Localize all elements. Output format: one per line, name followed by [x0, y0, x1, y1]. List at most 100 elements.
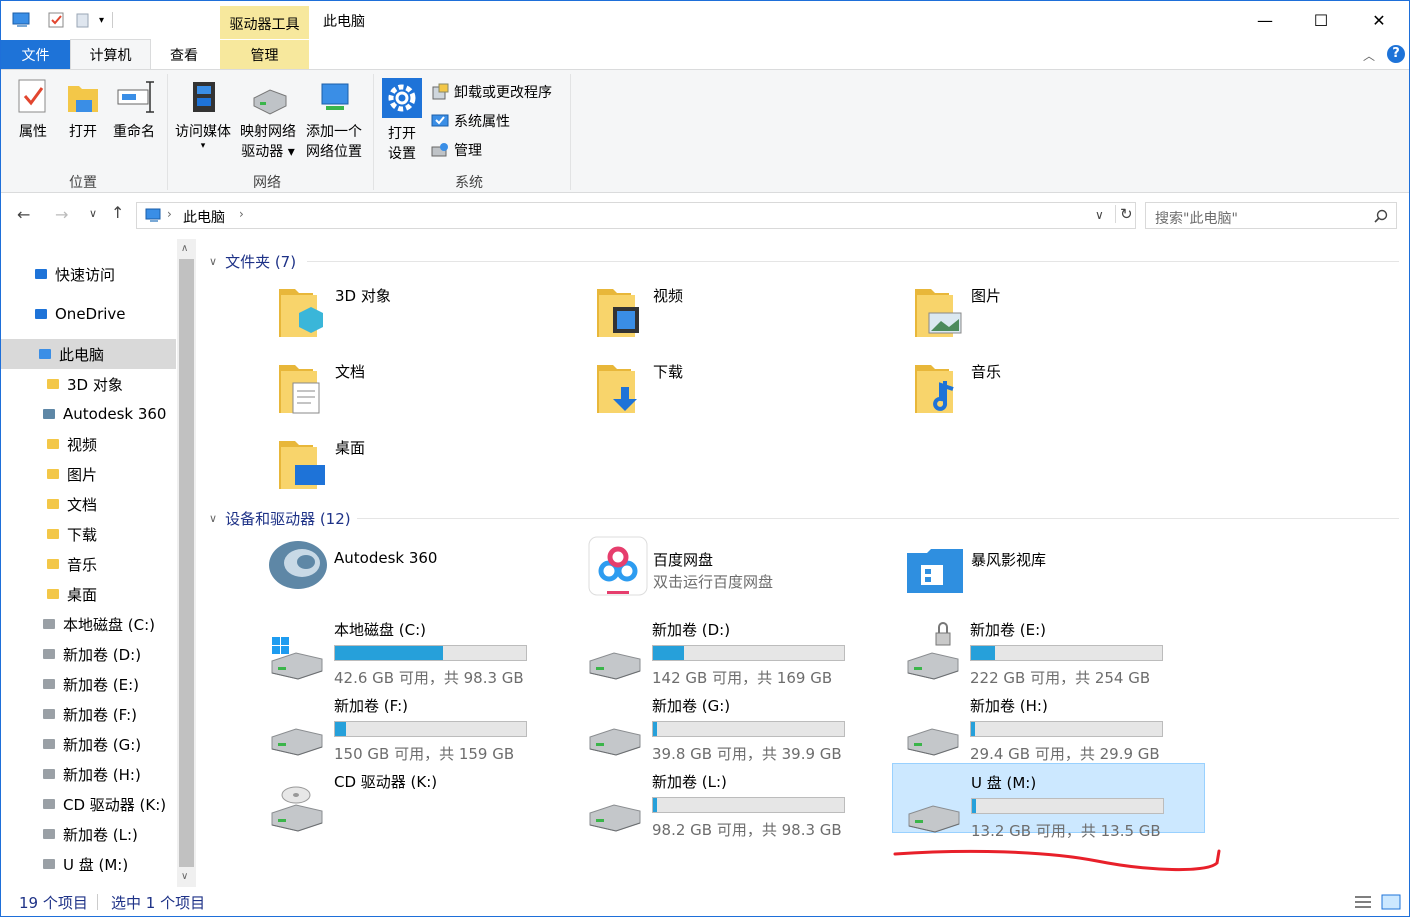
- sidebar-item[interactable]: OneDrive: [1, 299, 176, 329]
- sidebar-item[interactable]: 快速访问: [1, 259, 176, 289]
- sidebar-scroll-thumb[interactable]: [179, 259, 194, 867]
- breadcrumb-chevron-icon[interactable]: ›: [239, 207, 244, 221]
- drive-size: 39.8 GB 可用，共 39.9 GB: [652, 745, 842, 763]
- devices-section-header[interactable]: ∨ 设备和驱动器 (12): [209, 508, 351, 529]
- refresh-icon[interactable]: ↻: [1115, 205, 1133, 223]
- drive-item[interactable]: CD 驱动器 (K:): [256, 763, 569, 833]
- properties-qa-icon[interactable]: [47, 11, 65, 29]
- sidebar-item[interactable]: 新加卷 (D:): [1, 639, 176, 669]
- tab-file[interactable]: 文件: [1, 40, 70, 69]
- sidebar-item[interactable]: Autodesk 360: [1, 399, 176, 429]
- app-item[interactable]: 百度网盘 双击运行百度网盘: [581, 535, 894, 605]
- tab-manage[interactable]: 管理: [220, 40, 309, 69]
- sidebar-item[interactable]: 新加卷 (E:): [1, 669, 176, 699]
- map-network-drive-button[interactable]: 映射网络 驱动器 ▾: [237, 78, 299, 162]
- folder-item[interactable]: 视频: [595, 283, 895, 353]
- sidebar-item[interactable]: 新加卷 (L:): [1, 819, 176, 849]
- cloud-icon: [33, 306, 49, 322]
- folder-name: 下载: [653, 363, 684, 381]
- sidebar-item[interactable]: 视频: [1, 429, 176, 459]
- sidebar-item-label: 3D 对象: [67, 375, 123, 394]
- hard-drive-icon: [588, 801, 641, 832]
- drive-name: 新加卷 (F:): [334, 697, 408, 715]
- close-button[interactable]: ✕: [1351, 1, 1407, 39]
- add-network-location-button[interactable]: 添加一个 网络位置: [301, 78, 367, 162]
- sidebar-item[interactable]: 新加卷 (H:): [1, 759, 176, 789]
- tab-computer[interactable]: 计算机: [70, 39, 151, 70]
- large-icons-view-icon[interactable]: [1381, 893, 1401, 911]
- 3d-icon: [45, 376, 61, 392]
- maximize-button[interactable]: ☐: [1293, 1, 1349, 39]
- drive-item[interactable]: 新加卷 (H:) 29.4 GB 可用，共 29.9 GB: [892, 687, 1205, 763]
- properties-button[interactable]: 属性: [11, 78, 55, 142]
- collapse-chevron-icon[interactable]: ∨: [209, 255, 217, 268]
- address-bar[interactable]: › 此电脑 › ∨ ↻: [136, 202, 1136, 229]
- open-button[interactable]: 打开: [61, 78, 105, 142]
- sidebar-item[interactable]: 此电脑: [1, 339, 176, 369]
- scroll-down-icon[interactable]: ∨: [181, 871, 188, 882]
- location-group-label: 位置: [69, 175, 97, 191]
- new-folder-qa-icon[interactable]: [75, 11, 91, 29]
- forward-arrow-icon[interactable]: →: [55, 205, 68, 224]
- folder-item[interactable]: 桌面: [277, 435, 577, 505]
- sidebar-item[interactable]: 图片: [1, 459, 176, 489]
- app-item[interactable]: Autodesk 360: [262, 535, 575, 605]
- app-item[interactable]: 暴风影视库: [899, 535, 1212, 605]
- rename-button[interactable]: 重命名: [109, 78, 159, 142]
- search-icon: [1374, 209, 1388, 223]
- system-properties-label: 系统属性: [454, 114, 510, 130]
- folder-document-icon: [277, 359, 329, 415]
- drive-item[interactable]: 新加卷 (G:) 39.8 GB 可用，共 39.9 GB: [574, 687, 887, 763]
- system-properties-button[interactable]: 系统属性: [431, 111, 510, 131]
- sidebar-item-label: 下载: [67, 525, 98, 544]
- open-settings-button[interactable]: 打开 设置: [379, 78, 425, 164]
- qa-dropdown-icon[interactable]: ▾: [99, 15, 104, 26]
- system-group-label: 系统: [455, 175, 483, 191]
- devices-header-label: 设备和驱动器 (12): [225, 510, 351, 528]
- recent-dropdown-icon[interactable]: ∨: [89, 207, 97, 220]
- sidebar-scrollbar[interactable]: ∧ ∨: [177, 239, 196, 887]
- sidebar-item[interactable]: 文档: [1, 489, 176, 519]
- scroll-up-icon[interactable]: ∧: [181, 243, 188, 254]
- up-arrow-icon[interactable]: ↑: [111, 203, 124, 222]
- folder-item[interactable]: 文档: [277, 359, 577, 429]
- address-dropdown-icon[interactable]: ∨: [1095, 208, 1104, 222]
- folder-item[interactable]: 音乐: [913, 359, 1213, 429]
- drive-item[interactable]: 新加卷 (D:) 142 GB 可用，共 169 GB: [574, 611, 887, 687]
- folder-name: 桌面: [335, 439, 366, 457]
- folder-item[interactable]: 下载: [595, 359, 895, 429]
- help-icon[interactable]: ?: [1387, 45, 1405, 63]
- collapse-chevron-icon[interactable]: ∨: [209, 512, 217, 525]
- folders-section-header[interactable]: ∨ 文件夹 (7): [209, 251, 296, 272]
- sidebar-item[interactable]: U 盘 (M:): [1, 849, 176, 879]
- search-input[interactable]: 搜索"此电脑": [1145, 202, 1397, 229]
- app-name: Autodesk 360: [334, 549, 438, 567]
- back-arrow-icon[interactable]: ←: [17, 205, 30, 224]
- drive-item[interactable]: 本地磁盘 (C:) 42.6 GB 可用，共 98.3 GB: [256, 611, 569, 687]
- sidebar-item[interactable]: 新加卷 (F:): [1, 699, 176, 729]
- drive-icon: [41, 826, 57, 842]
- breadcrumb-this-pc[interactable]: 此电脑: [183, 207, 225, 227]
- tab-view[interactable]: 查看: [153, 40, 215, 69]
- drive-item[interactable]: 新加卷 (E:) 222 GB 可用，共 254 GB: [892, 611, 1205, 687]
- details-view-icon[interactable]: [1353, 894, 1373, 910]
- drive-item[interactable]: 新加卷 (F:) 150 GB 可用，共 159 GB: [256, 687, 569, 763]
- sidebar-item[interactable]: CD 驱动器 (K:): [1, 789, 176, 819]
- folder-item[interactable]: 3D 对象: [277, 283, 577, 353]
- access-media-button[interactable]: 访问媒体 ▾: [173, 78, 233, 151]
- sidebar-item[interactable]: 桌面: [1, 579, 176, 609]
- drive-item[interactable]: 新加卷 (L:) 98.2 GB 可用，共 98.3 GB: [574, 763, 887, 839]
- sidebar-item[interactable]: 下载: [1, 519, 176, 549]
- sidebar-item[interactable]: 3D 对象: [1, 369, 176, 399]
- minimize-button[interactable]: —: [1237, 1, 1293, 39]
- sidebar-item[interactable]: 新加卷 (G:): [1, 729, 176, 759]
- sidebar-item[interactable]: 本地磁盘 (C:): [1, 609, 176, 639]
- sidebar-item-label: CD 驱动器 (K:): [63, 795, 167, 814]
- folder-item[interactable]: 图片: [913, 283, 1213, 353]
- rename-label: 重命名: [113, 124, 155, 140]
- sidebar-item[interactable]: 音乐: [1, 549, 176, 579]
- manage-button[interactable]: 管理: [431, 140, 482, 160]
- drive-item-selected[interactable]: U 盘 (M:) 13.2 GB 可用，共 13.5 GB: [892, 763, 1205, 840]
- collapse-ribbon-icon[interactable]: ︿: [1363, 47, 1375, 64]
- uninstall-programs-button[interactable]: 卸载或更改程序: [431, 82, 552, 102]
